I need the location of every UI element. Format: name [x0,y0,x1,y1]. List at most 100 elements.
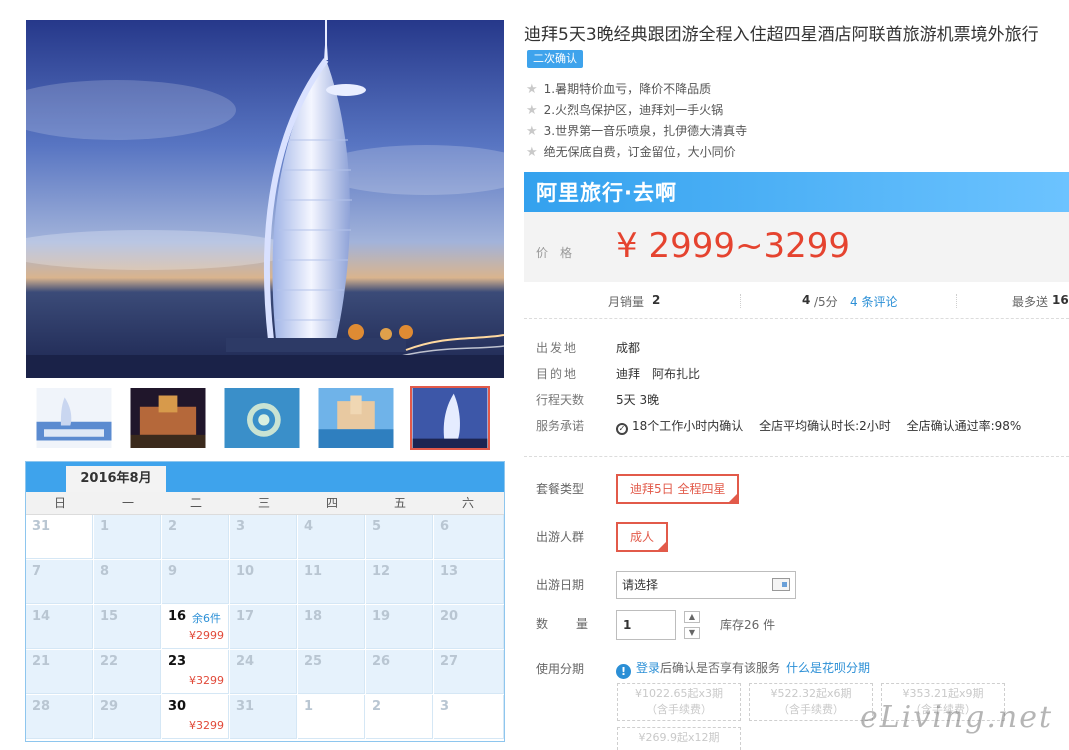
date-picker-input[interactable]: 请选择 [616,571,796,599]
calendar-day: 5 [366,515,433,559]
days-value: 5天 3晚 [616,393,660,407]
plan-amount: ¥1022.65起 [634,687,699,700]
stat-divider [956,294,958,308]
calendar-day: 26 [366,650,433,694]
calendar-day-available[interactable]: 30 ¥3299 [162,695,229,739]
calendar-day: 11 [298,560,365,604]
thumbnail-3[interactable] [222,386,302,450]
installment-plan-12[interactable]: ¥269.9起x12期 [617,727,741,750]
calendar-month: 2016年8月 [66,466,166,492]
monthly-sales-value: 2 [652,293,661,307]
day-number: 22 [100,654,119,669]
day-number: 5 [372,519,382,534]
thumbnail-2[interactable] [128,386,208,450]
group-label: 出游人群 [536,530,585,544]
calendar-day: 1 [298,695,365,739]
plan-fee: （含手续费） [778,703,844,716]
plan-amount: ¥522.32起 [770,687,827,700]
quantity-label: 数 量 [536,617,597,631]
date-label: 出游日期 [536,578,585,592]
plan-amount: ¥353.21起 [902,687,959,700]
day-number: 12 [372,564,391,579]
thumbnail-1[interactable] [34,386,114,450]
day-number: 3 [440,699,450,714]
calendar-day: 9 [162,560,229,604]
service-row: 服务承诺 ✓ 18个工作小时内确认 全店平均确认时长:2小时 全店确认通过率:98… [536,417,1021,435]
day-number: 13 [440,564,459,579]
calendar-day: 15 [94,605,161,649]
feature-text: 3.世界第一音乐喷泉，扎伊德大清真寺 [543,124,748,138]
calendar-day: 21 [26,650,93,694]
calendar-day: 22 [94,650,161,694]
calendar-day: 19 [366,605,433,649]
calendar-header: 2016年8月 [26,462,504,492]
calendar-day: 17 [230,605,297,649]
day-price: ¥2999 [189,629,224,642]
rating-suffix: /5分 [814,295,838,309]
service-text: 18个工作小时内确认 全店平均确认时长:2小时 全店确认通过率:98% [632,419,1022,433]
calendar-icon[interactable] [772,578,790,591]
thumbnail-5-selected[interactable] [410,386,490,450]
feature-item: ★ 2.火烈鸟保护区，迪拜刘一手火锅 [526,101,723,118]
calendar-day: 29 [94,695,161,739]
star-icon: ★ [526,103,538,118]
day-number: 14 [32,609,51,624]
day-number: 4 [304,519,314,534]
installment-note: 后确认是否享有该服务 [660,661,781,675]
feature-text: 2.火烈鸟保护区，迪拜刘一手火锅 [543,103,724,117]
star-icon: ★ [526,82,538,97]
huabei-link[interactable]: 什么是花呗分期 [786,661,870,675]
weekday-sat: 六 [461,496,474,510]
package-option-selected[interactable]: 迪拜5日 全程四星 [616,474,740,504]
service-value: ✓ 18个工作小时内确认 全店平均确认时长:2小时 全店确认通过率:98% [616,417,1021,435]
group-option-text: 成人 [630,530,655,544]
selected-corner-icon [728,493,739,503]
package-option-text: 迪拜5日 全程四星 [630,482,726,496]
day-number: 31 [32,519,51,534]
login-link[interactable]: 登录 [636,661,660,675]
monthly-sales-label: 月销量 [608,295,645,309]
weekday-tue: 二 [189,496,202,510]
departure-calendar: 2016年8月 日 一 二 三 四 五 六 31 1 2 3 4 5 6 7 8… [25,461,505,742]
quantity-input[interactable]: 1 [616,610,676,640]
calendar-day-available[interactable]: 16 余6件 ¥2999 [162,605,229,649]
day-number: 2 [168,519,178,534]
stock-text: 库存26 件 [720,618,776,632]
group-option-selected[interactable]: 成人 [616,522,669,552]
calendar-day: 28 [26,695,93,739]
quantity-increase-button[interactable]: ▲ [684,611,700,623]
installment-plan-6[interactable]: ¥522.32起x6期 （含手续费） [749,683,873,721]
price-value: ¥ 2999~3299 [616,226,850,266]
main-product-photo [26,20,504,378]
day-number: 6 [440,519,450,534]
days-row: 行程天数 5天 3晚 [536,391,659,408]
day-number: 1 [100,519,110,534]
departure-row: 出发地 成都 [536,339,640,356]
calendar-day: 1 [94,515,161,559]
day-number: 8 [100,564,110,579]
plan-period: x6期 [826,687,852,700]
calendar-day: 10 [230,560,297,604]
reviews-link[interactable]: 4 条评论 [850,293,897,310]
package-label: 套餐类型 [536,482,585,496]
installment-label: 使用分期 [536,662,585,676]
calendar-day: 31 [230,695,297,739]
day-number: 26 [372,654,391,669]
day-stock: 余6件 [192,612,221,625]
calendar-day-available[interactable]: 23 ¥3299 [162,650,229,694]
stats-bar: 月销量 2 4 /5分 4 条评论 最多送 164 [524,284,1069,319]
calendar-weekday-row: 日 一 二 三 四 五 六 [26,492,504,515]
day-number: 20 [440,609,459,624]
day-number: 18 [304,609,323,624]
departure-label: 出发地 [536,341,579,355]
weekday-fri: 五 [393,496,406,510]
day-number: 15 [100,609,119,624]
thumbnail-4[interactable] [316,386,396,450]
weekday-thu: 四 [325,496,338,510]
day-number: 11 [304,564,323,579]
thumbnail-strip [26,386,504,454]
installment-plan-3[interactable]: ¥1022.65起x3期 （含手续费） [617,683,741,721]
installment-info: ! 登录后确认是否享有该服务 什么是花呗分期 [616,659,870,679]
calendar-day: 3 [230,515,297,559]
quantity-decrease-button[interactable]: ▼ [684,627,700,639]
